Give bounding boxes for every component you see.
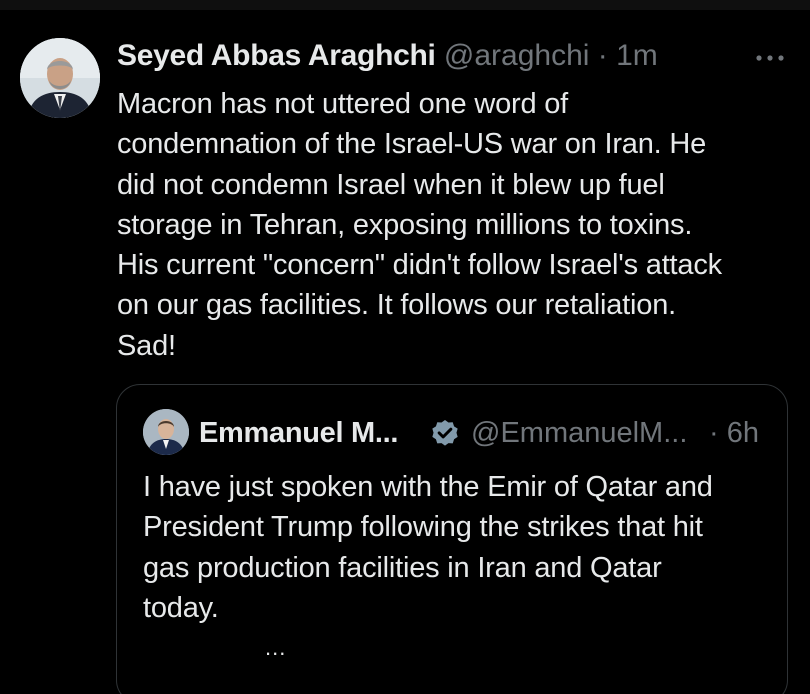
tweet-timestamp[interactable]: 1m bbox=[616, 39, 658, 72]
quoted-author-handle: @EmmanuelM... bbox=[471, 417, 688, 449]
verified-badge-icon bbox=[429, 418, 461, 450]
more-horizontal-icon bbox=[756, 55, 784, 61]
quoted-tweet-text: I have just spoken with the Emir of Qata… bbox=[143, 471, 713, 624]
quoted-tweet-card[interactable]: Emmanuel M... @EmmanuelM... · 6h I have … bbox=[116, 384, 788, 694]
author-avatar[interactable] bbox=[20, 38, 100, 118]
quoted-author-display-name: Emmanuel M... bbox=[199, 417, 399, 449]
author-display-name[interactable]: Seyed Abbas Araghchi bbox=[117, 39, 436, 72]
quoted-tweet-timestamp: · 6h bbox=[709, 415, 759, 451]
author-handle[interactable]: @araghchi bbox=[444, 39, 590, 72]
tweet-text: Macron has not uttered one word of conde… bbox=[117, 88, 722, 362]
tweet[interactable]: Seyed Abbas Araghchi @araghchi · 1m Macr… bbox=[0, 10, 810, 694]
header-separator: · bbox=[597, 39, 608, 72]
tweet-header: Seyed Abbas Araghchi @araghchi · 1m bbox=[117, 38, 658, 74]
more-options-button[interactable] bbox=[752, 46, 788, 70]
quoted-header-separator: · bbox=[709, 417, 719, 449]
quoted-time-value: 6h bbox=[726, 417, 759, 449]
quoted-author-avatar bbox=[143, 409, 189, 455]
quoted-text-truncation: ... bbox=[265, 635, 287, 660]
top-divider bbox=[0, 0, 810, 10]
